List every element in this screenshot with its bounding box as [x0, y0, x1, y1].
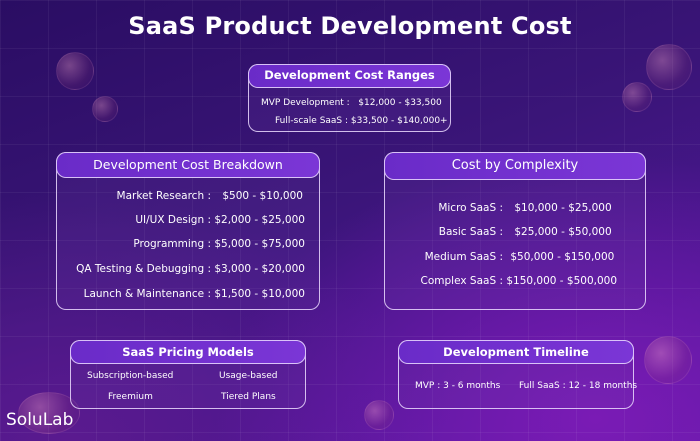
- complexity-label: Basic SaaS :: [438, 226, 503, 238]
- breakdown-row: QA Testing & Debugging : $3,000 - $20,00…: [65, 263, 305, 275]
- breakdown-row: Launch & Maintenance : $1,500 - $10,000: [65, 288, 305, 300]
- complexity-value: $10,000 - $25,000: [514, 202, 612, 214]
- coin-decoration-icon: [644, 336, 692, 384]
- timeline-panel: Development Timeline MVP : 3 - 6 months …: [398, 340, 638, 409]
- coin-decoration-icon: [364, 400, 394, 430]
- range-value: $33,500 - $140,000+: [350, 116, 448, 126]
- coin-decoration-icon: [56, 52, 94, 90]
- range-label: MVP Development :: [261, 98, 350, 108]
- complexity-row: Complex SaaS : $150,000 - $500,000: [393, 275, 617, 287]
- breakdown-row: Market Research : $500 - $10,000: [65, 190, 303, 202]
- complexity-label: Micro SaaS :: [438, 202, 503, 214]
- timeline-heading: Development Timeline: [398, 340, 634, 364]
- complexity-row: Medium SaaS : $50,000 - $150,000: [393, 251, 615, 263]
- complexity-value: $50,000 - $150,000: [510, 251, 615, 263]
- breakdown-label: Launch & Maintenance :: [83, 288, 211, 300]
- complexity-panel: Cost by Complexity Micro SaaS : $10,000 …: [384, 152, 646, 310]
- coin-decoration-icon: [646, 44, 692, 90]
- brand-logo: SoluLab: [6, 410, 74, 430]
- range-row-fullscale: Full-scale SaaS : $33,500 - $140,000+: [275, 116, 448, 126]
- timeline-item: Full SaaS : 12 - 18 months: [519, 381, 638, 391]
- breakdown-label: UI/UX Design :: [135, 214, 211, 226]
- page-title: SaaS Product Development Cost: [128, 12, 572, 40]
- range-row-mvp: MVP Development : $12,000 - $33,500: [261, 98, 442, 108]
- complexity-heading: Cost by Complexity: [384, 152, 646, 180]
- coin-decoration-icon: [92, 96, 118, 122]
- breakdown-value: $500 - $10,000: [222, 190, 303, 202]
- pricing-models-panel: SaaS Pricing Models Subscription-based U…: [70, 340, 306, 409]
- breakdown-row: UI/UX Design : $2,000 - $25,000: [65, 214, 305, 226]
- range-label: Full-scale SaaS :: [275, 116, 349, 126]
- breakdown-label: QA Testing & Debugging :: [76, 263, 211, 275]
- pricing-item: Freemium: [108, 392, 153, 402]
- range-value: $12,000 - $33,500: [358, 98, 442, 108]
- timeline-item: MVP : 3 - 6 months: [415, 381, 501, 391]
- breakdown-label: Programming :: [133, 238, 211, 250]
- breakdown-value: $1,500 - $10,000: [214, 288, 305, 300]
- complexity-row: Micro SaaS : $10,000 - $25,000: [393, 202, 612, 214]
- complexity-label: Medium SaaS :: [424, 251, 503, 263]
- breakdown-value: $2,000 - $25,000: [214, 214, 305, 226]
- cost-ranges-heading: Development Cost Ranges: [248, 64, 451, 88]
- complexity-row: Basic SaaS : $25,000 - $50,000: [393, 226, 612, 238]
- breakdown-value: $5,000 - $75,000: [214, 238, 305, 250]
- pricing-models-heading: SaaS Pricing Models: [70, 340, 306, 364]
- cost-breakdown-heading: Development Cost Breakdown: [56, 152, 320, 178]
- breakdown-row: Programming : $5,000 - $75,000: [65, 238, 305, 250]
- pricing-item: Subscription-based: [87, 371, 174, 381]
- coin-decoration-icon: [622, 82, 652, 112]
- complexity-value: $150,000 - $500,000: [506, 275, 618, 287]
- cost-breakdown-panel: Development Cost Breakdown Market Resear…: [56, 152, 320, 310]
- breakdown-value: $3,000 - $20,000: [214, 263, 305, 275]
- breakdown-label: Market Research :: [116, 190, 211, 202]
- pricing-item: Tiered Plans: [221, 392, 276, 402]
- complexity-value: $25,000 - $50,000: [514, 226, 612, 238]
- pricing-item: Usage-based: [219, 371, 278, 381]
- cost-ranges-panel: Development Cost Ranges MVP Development …: [248, 64, 451, 132]
- complexity-label: Complex SaaS :: [420, 275, 503, 287]
